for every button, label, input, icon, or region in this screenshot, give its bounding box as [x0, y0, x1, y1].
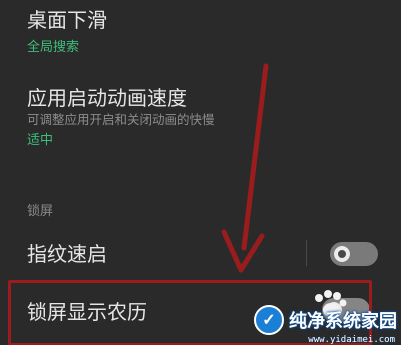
annotation-arrow-icon — [221, 63, 269, 273]
watermark-logo-icon: ✓ — [254, 305, 284, 335]
watermark-url: www.yidaimei.com — [308, 335, 395, 345]
watermark: ✓ 纯净系统家园 — [254, 305, 397, 335]
settings-screen: 桌面下滑 全局搜索 应用启动动画速度 可调整应用开启和关闭动画的快慢 适中 锁屏… — [0, 0, 401, 345]
watermark-text: 纯净系统家园 — [289, 311, 397, 332]
